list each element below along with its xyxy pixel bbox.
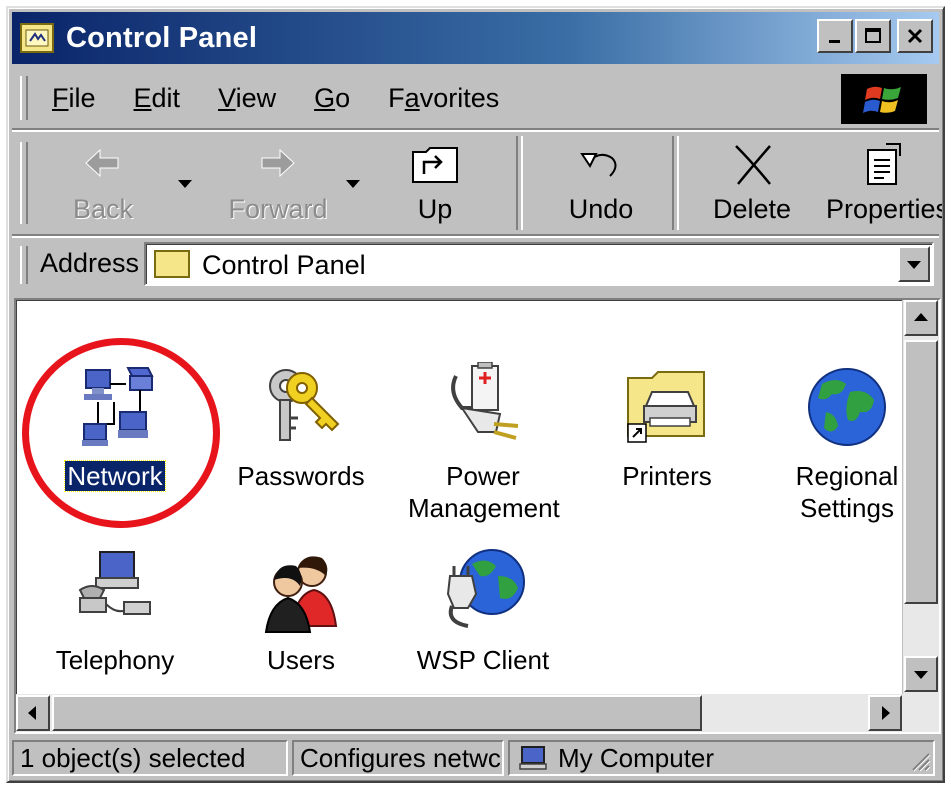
- telephony-item[interactable]: Telephony: [40, 546, 190, 676]
- forward-arrow-icon: [261, 148, 295, 178]
- passwords-label: Passwords: [237, 461, 365, 491]
- toolbar-separator: [516, 136, 523, 230]
- control-panel-icon: [154, 250, 190, 278]
- scroll-left-button[interactable]: [16, 695, 50, 731]
- menu-file[interactable]: File: [52, 83, 96, 114]
- standard-toolbar: Back Forward Up Undo Delete Properties: [12, 128, 942, 234]
- control-panel-window: Control Panel File Edit View Go Favorite…: [6, 6, 945, 783]
- forward-button[interactable]: Forward: [218, 140, 338, 230]
- minimize-icon: [829, 40, 840, 43]
- left-arrow-icon: [28, 706, 36, 720]
- maximize-icon: [865, 28, 881, 43]
- horizontal-scroll-thumb[interactable]: [52, 695, 702, 731]
- menu-bar: File Edit View Go Favorites: [12, 70, 939, 126]
- annotation-circle: [22, 338, 220, 528]
- users-icon: [264, 556, 338, 633]
- close-button[interactable]: [897, 19, 933, 53]
- up-button[interactable]: Up: [390, 140, 480, 230]
- address-grip[interactable]: [20, 246, 28, 284]
- close-icon: [907, 28, 923, 44]
- printers-item[interactable]: Printers: [592, 362, 742, 492]
- vertical-scrollbar[interactable]: [902, 300, 939, 696]
- power-management-item[interactable]: Power Management: [408, 361, 560, 524]
- forward-label: Forward: [228, 194, 328, 224]
- up-label: Up: [417, 194, 453, 224]
- status-bar: 1 object(s) selected Configures netwc My…: [12, 740, 939, 780]
- undo-button[interactable]: Undo: [556, 140, 646, 230]
- properties-button[interactable]: Properties: [820, 140, 942, 230]
- power-management-label: Power Management: [408, 461, 560, 523]
- back-label: Back: [72, 194, 134, 224]
- status-selection: 1 object(s) selected: [12, 740, 288, 776]
- minimize-button[interactable]: [817, 19, 853, 53]
- telephone-computer-icon: [78, 551, 151, 615]
- forward-history-dropdown[interactable]: [346, 180, 360, 188]
- printers-label: Printers: [622, 461, 712, 491]
- address-dropdown-button[interactable]: [898, 246, 930, 282]
- title-bar[interactable]: Control Panel: [12, 12, 939, 64]
- menu-edit[interactable]: Edit: [134, 83, 181, 114]
- address-value[interactable]: Control Panel: [202, 250, 366, 281]
- menu-go[interactable]: Go: [314, 83, 350, 114]
- wsp-client-label: WSP Client: [416, 645, 550, 675]
- menu-view[interactable]: View: [218, 83, 276, 114]
- undo-icon: [580, 153, 617, 177]
- scroll-right-button[interactable]: [868, 695, 902, 731]
- keys-icon: [269, 369, 340, 441]
- regional-settings-item[interactable]: Regional Settings: [772, 362, 922, 524]
- status-zone: My Computer: [508, 740, 935, 776]
- globe-icon: [808, 368, 886, 446]
- right-arrow-icon: [882, 706, 890, 720]
- passwords-item[interactable]: Passwords: [226, 362, 376, 492]
- menu-favorites[interactable]: Favorites: [388, 83, 499, 114]
- power-plug-icon: [451, 361, 519, 440]
- wsp-globe-plug-icon: [446, 549, 525, 628]
- window-title: Control Panel: [66, 21, 258, 54]
- up-arrow-icon: [914, 313, 928, 321]
- menu-grip[interactable]: [20, 76, 28, 120]
- resize-grip-icon[interactable]: [909, 750, 931, 772]
- users-label: Users: [267, 645, 335, 675]
- windows-logo-icon: [841, 74, 927, 124]
- delete-x-icon: [735, 145, 771, 185]
- telephony-label: Telephony: [55, 645, 175, 675]
- my-computer-icon: [519, 746, 547, 770]
- back-button[interactable]: Back: [58, 140, 148, 230]
- status-description: Configures netwc: [292, 740, 504, 776]
- delete-button[interactable]: Delete: [702, 140, 802, 230]
- scroll-up-button[interactable]: [904, 300, 938, 336]
- address-field[interactable]: Control Panel: [144, 242, 934, 286]
- maximize-button[interactable]: [855, 19, 891, 53]
- scroll-down-button[interactable]: [904, 656, 938, 692]
- properties-icon: [867, 143, 901, 185]
- down-arrow-icon: [914, 671, 928, 679]
- wsp-client-item[interactable]: WSP Client: [408, 546, 558, 676]
- up-folder-icon: [412, 147, 458, 183]
- address-bar: Address Control Panel: [12, 234, 939, 292]
- undo-label: Undo: [568, 194, 634, 224]
- control-panel-icon: [20, 23, 54, 53]
- back-history-dropdown[interactable]: [178, 180, 192, 188]
- icon-view[interactable]: Network Passwords Power Management Print…: [14, 298, 941, 734]
- users-item[interactable]: Users: [226, 546, 376, 676]
- delete-label: Delete: [712, 194, 792, 224]
- printer-folder-icon: [627, 371, 705, 443]
- properties-label: Properties: [826, 194, 942, 224]
- address-label: Address: [40, 248, 140, 278]
- back-arrow-icon: [85, 148, 119, 178]
- regional-settings-label: Regional Settings: [795, 461, 899, 523]
- toolbar-grip[interactable]: [20, 142, 28, 224]
- vertical-scroll-thumb[interactable]: [904, 340, 938, 604]
- horizontal-scrollbar[interactable]: [16, 694, 939, 732]
- toolbar-separator: [672, 136, 679, 230]
